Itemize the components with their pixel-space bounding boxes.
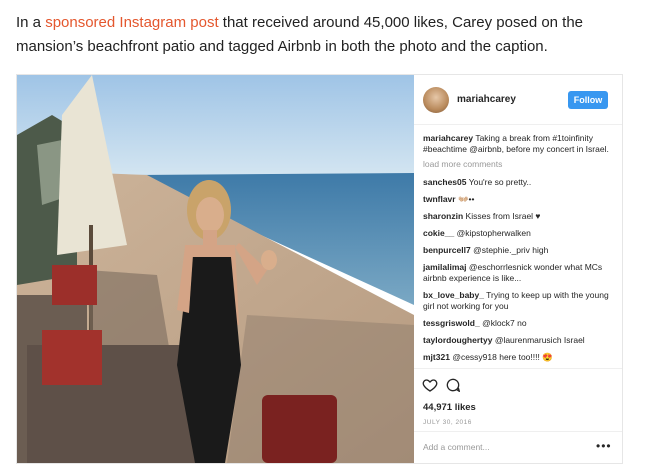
comment-text: @stephie._priv high bbox=[473, 245, 549, 255]
comment-text: You're so pretty.. bbox=[468, 177, 532, 187]
post-photo bbox=[17, 75, 414, 463]
article-text-before: In a bbox=[16, 14, 46, 31]
comment-item: bx_love_baby_ Trying to keep up with the… bbox=[423, 290, 615, 312]
comment-username[interactable]: tessgriswold_ bbox=[423, 318, 480, 328]
comment-username[interactable]: sharonzin bbox=[423, 211, 463, 221]
comment-icon[interactable] bbox=[445, 377, 461, 393]
comment-item: benpurcell7 @stephie._priv high bbox=[423, 245, 615, 256]
comment-item: cokie__ @kipstopherwalken bbox=[423, 228, 615, 239]
comment-username[interactable]: jamilalimaj bbox=[423, 262, 466, 272]
comment-username[interactable]: bx_love_baby_ bbox=[423, 290, 484, 300]
post-date: JULY 30, 2016 bbox=[423, 419, 472, 426]
comment-item: mjt321 @cessy918 here too!!!! 😍 bbox=[423, 352, 615, 363]
post-username[interactable]: mariahcarey bbox=[457, 94, 516, 105]
likes-count[interactable]: 44,971 likes bbox=[423, 402, 476, 413]
post-caption: mariahcarey Taking a break from #1toinfi… bbox=[423, 133, 615, 155]
post-actions: 44,971 likes JULY 30, 2016 Add a comment… bbox=[414, 368, 622, 463]
add-comment-input[interactable]: Add a comment... bbox=[423, 442, 490, 452]
follow-button[interactable]: Follow bbox=[568, 91, 608, 109]
comment-item: tessgriswold_ @klock7 no bbox=[423, 318, 615, 329]
comment-text: @laurenmarusich Israel bbox=[494, 335, 585, 345]
comment-username[interactable]: sanches05 bbox=[423, 177, 466, 187]
comment-text: @kipstopherwalken bbox=[456, 228, 531, 238]
heart-icon[interactable] bbox=[422, 377, 438, 393]
sponsored-post-link[interactable]: sponsored Instagram post bbox=[45, 14, 218, 31]
post-side-panel: mariahcarey Follow mariahcarey Taking a … bbox=[414, 75, 622, 463]
comment-text: @cessy918 here too!!!! 😍 bbox=[452, 352, 553, 362]
comment-username[interactable]: twnflavr bbox=[423, 194, 456, 204]
comment-text: @klock7 no bbox=[482, 318, 527, 328]
article-paragraph: In a sponsored Instagram post that recei… bbox=[16, 11, 636, 59]
post-header: mariahcarey Follow bbox=[414, 75, 622, 125]
comment-item: sharonzin Kisses from Israel ♥ bbox=[423, 211, 615, 222]
comment-item: taylordoughertyy @laurenmarusich Israel bbox=[423, 335, 615, 346]
caption-username[interactable]: mariahcarey bbox=[423, 133, 473, 143]
avatar[interactable] bbox=[423, 87, 449, 113]
comment-username[interactable]: mjt321 bbox=[423, 352, 450, 362]
comment-text: 👐🏼•• bbox=[457, 194, 475, 204]
comment-text: Kisses from Israel ♥ bbox=[465, 211, 541, 221]
beach-photo-image bbox=[17, 75, 414, 463]
comment-username[interactable]: benpurcell7 bbox=[423, 245, 471, 255]
comments-list: mariahcarey Taking a break from #1toinfi… bbox=[423, 133, 615, 369]
add-comment-row: Add a comment... ••• bbox=[414, 431, 622, 463]
instagram-embed: mariahcarey Follow mariahcarey Taking a … bbox=[16, 74, 623, 464]
more-options-icon[interactable]: ••• bbox=[596, 439, 612, 453]
comment-username[interactable]: cokie__ bbox=[423, 228, 454, 238]
comment-username[interactable]: taylordoughertyy bbox=[423, 335, 492, 345]
comment-item: jamilalimaj @eschorrlesnick wonder what … bbox=[423, 262, 615, 284]
load-more-comments-link[interactable]: load more comments bbox=[423, 159, 615, 170]
comment-item: twnflavr 👐🏼•• bbox=[423, 194, 615, 205]
comment-item: sanches05 You're so pretty.. bbox=[423, 177, 615, 188]
